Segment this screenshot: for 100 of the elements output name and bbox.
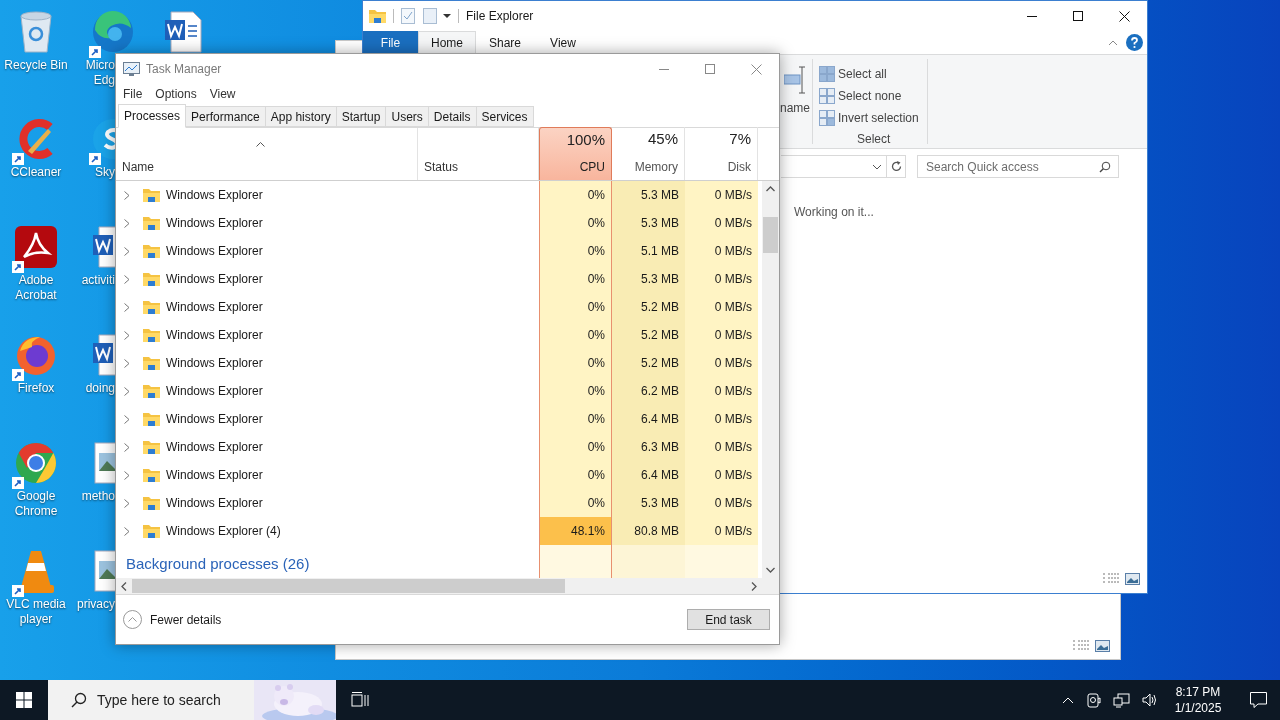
column-header[interactable]: 45% Memory <box>612 127 685 180</box>
process-row[interactable]: Windows Explorer 0% 5.1 MB 0 MB/s <box>116 237 762 265</box>
rename-icon[interactable] <box>784 65 806 95</box>
network-icon[interactable] <box>1113 692 1130 708</box>
shortcut-arrow-icon <box>89 46 101 58</box>
scroll-up-icon[interactable] <box>766 186 775 192</box>
expand-chevron-icon[interactable] <box>124 470 130 480</box>
tab[interactable]: Performance <box>185 106 266 127</box>
edge-icon <box>91 10 135 54</box>
disk-cell: 0 MB/s <box>685 489 758 517</box>
process-row[interactable]: Windows Explorer (4) 48.1% 80.8 MB 0 MB/s <box>116 517 762 545</box>
disk-cell: 0 MB/s <box>685 433 758 461</box>
process-row[interactable]: Windows Explorer 0% 5.2 MB 0 MB/s <box>116 293 762 321</box>
menu-item[interactable]: File <box>123 85 143 103</box>
refresh-button[interactable] <box>887 155 906 178</box>
explorer-folder-icon <box>143 524 160 538</box>
scroll-thumb[interactable] <box>132 579 565 593</box>
expand-chevron-icon[interactable] <box>124 526 130 536</box>
vertical-scrollbar[interactable] <box>762 181 779 578</box>
expand-chevron-icon[interactable] <box>124 414 130 424</box>
collapse-ribbon-icon[interactable] <box>1108 39 1118 46</box>
ribbon-command[interactable]: Select all <box>819 63 927 85</box>
chevron-up-icon[interactable] <box>1062 696 1074 704</box>
tab[interactable]: Users <box>385 106 429 127</box>
end-task-button[interactable]: End task <box>687 609 770 630</box>
properties-icon[interactable] <box>401 8 415 24</box>
process-name: Windows Explorer <box>166 383 263 400</box>
process-row[interactable]: Windows Explorer 0% 5.3 MB 0 MB/s <box>116 209 762 237</box>
explorer-folder-icon <box>143 356 160 370</box>
select-grid-icon <box>819 88 835 104</box>
expand-chevron-icon[interactable] <box>124 330 130 340</box>
column-header[interactable]: 100% CPU <box>539 127 612 180</box>
process-row[interactable]: Windows Explorer 0% 5.3 MB 0 MB/s <box>116 489 762 517</box>
column-header[interactable]: Status <box>424 158 459 176</box>
expand-chevron-icon[interactable] <box>124 274 130 284</box>
ribbon-command[interactable]: Select none <box>819 85 927 107</box>
search-button[interactable] <box>48 680 87 720</box>
shortcut-arrow-icon <box>89 153 101 165</box>
tab[interactable]: Services <box>475 106 534 127</box>
chrome-icon <box>14 441 58 485</box>
explorer-folder-icon <box>143 440 160 454</box>
volume-icon[interactable] <box>1142 693 1158 707</box>
large-icons-view-icon[interactable] <box>1125 573 1140 585</box>
expand-chevron-icon[interactable] <box>124 218 130 228</box>
scroll-right-icon[interactable] <box>751 581 757 591</box>
disk-cell: 0 MB/s <box>685 461 758 489</box>
expand-chevron-icon[interactable] <box>124 498 130 508</box>
process-row[interactable]: Windows Explorer 0% 5.3 MB 0 MB/s <box>116 265 762 293</box>
expand-chevron-icon[interactable] <box>124 302 130 312</box>
help-icon[interactable] <box>1126 34 1143 51</box>
collapse-circle-icon <box>123 610 142 629</box>
expand-chevron-icon[interactable] <box>124 386 130 396</box>
process-row[interactable]: Windows Explorer 0% 5.2 MB 0 MB/s <box>116 349 762 377</box>
expand-chevron-icon[interactable] <box>124 442 130 452</box>
process-row[interactable]: Windows Explorer 0% 6.4 MB 0 MB/s <box>116 461 762 489</box>
scroll-down-icon[interactable] <box>766 567 775 573</box>
windows-logo-icon <box>16 692 32 708</box>
horizontal-scrollbar[interactable] <box>116 578 762 594</box>
cpu-cell: 0% <box>539 293 612 321</box>
tab[interactable]: App history <box>264 106 337 127</box>
group-heading[interactable]: Background processes (26) <box>126 552 310 575</box>
process-row[interactable]: Windows Explorer 0% 6.3 MB 0 MB/s <box>116 433 762 461</box>
disk-cell: 0 MB/s <box>685 321 758 349</box>
shortcut-arrow-icon <box>12 477 24 489</box>
fewer-details-button[interactable]: Fewer details <box>123 610 222 629</box>
process-row[interactable]: Windows Explorer 0% 5.3 MB 0 MB/s <box>116 181 762 209</box>
process-row[interactable]: Windows Explorer 0% 5.2 MB 0 MB/s <box>116 321 762 349</box>
process-row[interactable]: Windows Explorer 0% 6.4 MB 0 MB/s <box>116 405 762 433</box>
scroll-left-icon[interactable] <box>121 581 127 591</box>
details-view-icon[interactable] <box>1103 573 1119 585</box>
explorer-folder-icon <box>143 300 160 314</box>
cpu-cell: 0% <box>539 405 612 433</box>
rename-label[interactable]: name <box>780 99 810 117</box>
taskbar-search-field[interactable]: Type here to search <box>87 680 254 720</box>
ribbon-tab[interactable]: Share <box>476 31 534 54</box>
file-menu-button[interactable]: File <box>363 31 418 54</box>
maximize-icon <box>705 64 715 74</box>
clock[interactable]: 8:17 PM 1/1/2025 <box>1170 684 1226 716</box>
ribbon-tab[interactable]: View <box>534 31 592 54</box>
column-header[interactable]: Name <box>122 158 154 176</box>
scroll-thumb[interactable] <box>763 217 778 253</box>
expand-chevron-icon[interactable] <box>124 190 130 200</box>
menu-item[interactable]: View <box>209 85 236 103</box>
ribbon-tab[interactable]: Home <box>418 31 476 54</box>
tab[interactable]: Processes <box>118 104 187 128</box>
details-view-icon[interactable] <box>1073 640 1089 652</box>
dropdown-caret-icon[interactable] <box>443 13 451 19</box>
search-field[interactable]: Search Quick access <box>917 155 1119 178</box>
expand-chevron-icon[interactable] <box>124 246 130 256</box>
column-label: Memory <box>634 159 678 176</box>
process-name: Windows Explorer <box>166 187 263 204</box>
column-header[interactable]: 7% Disk <box>685 127 758 180</box>
large-icons-view-icon[interactable] <box>1095 640 1110 652</box>
tab[interactable]: Startup <box>335 106 387 127</box>
process-row[interactable]: Windows Explorer 0% 6.2 MB 0 MB/s <box>116 377 762 405</box>
expand-chevron-icon[interactable] <box>124 358 130 368</box>
ribbon-command[interactable]: Invert selection <box>819 107 927 129</box>
camera-icon[interactable] <box>1087 692 1101 708</box>
tab[interactable]: Details <box>427 106 477 127</box>
menu-item[interactable]: Options <box>155 85 197 103</box>
